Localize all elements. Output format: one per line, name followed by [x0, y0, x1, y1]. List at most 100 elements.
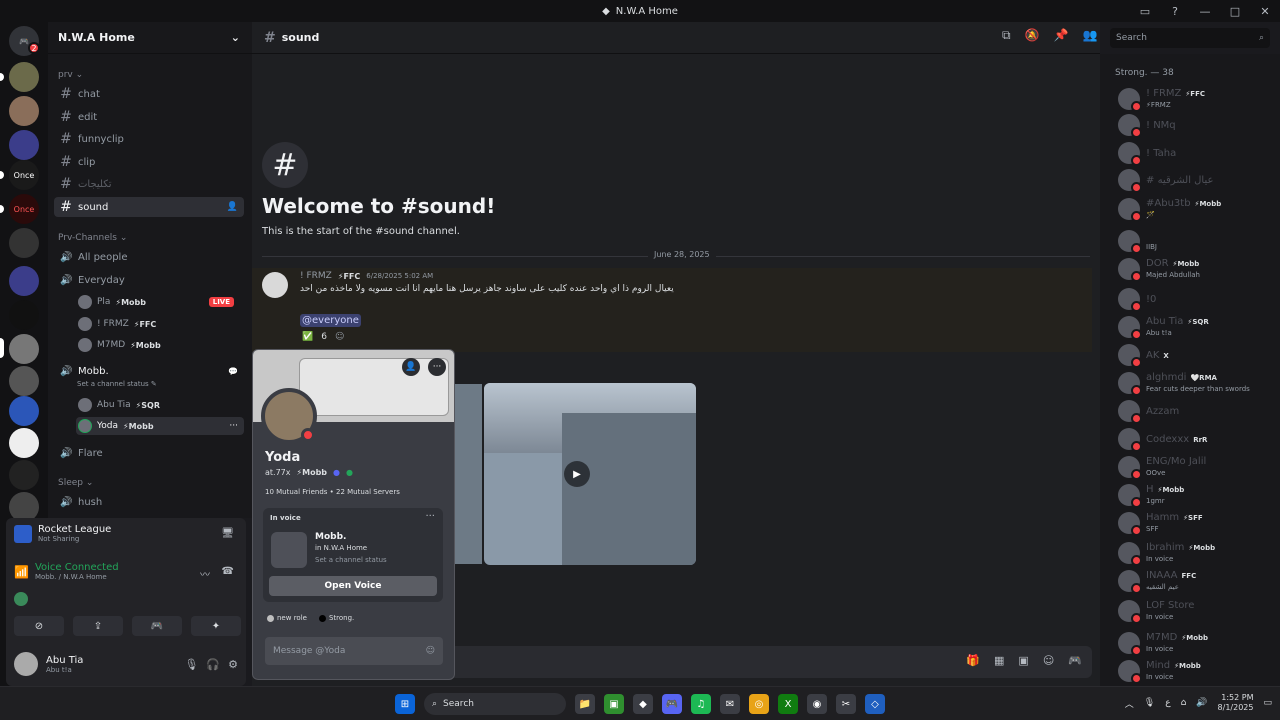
discord-icon[interactable]: 🎮 — [662, 694, 682, 714]
voice-user[interactable]: Pla ⚡Mobb LIVE — [76, 293, 244, 311]
headphones-icon[interactable]: 🎧 — [206, 658, 220, 671]
role-chip[interactable]: Strong. — [318, 614, 354, 622]
notifications-icon[interactable]: 🔕 — [1025, 28, 1040, 43]
inbox-icon[interactable]: ▭ — [1130, 5, 1160, 18]
member-item[interactable]: IIBJ — [1118, 228, 1274, 254]
member-item[interactable]: Mind ⚡Mobb In voice — [1118, 658, 1274, 684]
member-item[interactable]: # عيال الشرقيه — [1118, 167, 1274, 193]
emoji-icon[interactable]: ☺ — [1043, 654, 1054, 667]
video-attachment-left[interactable] — [454, 384, 482, 564]
play-icon[interactable]: ▶ — [564, 461, 590, 487]
member-item[interactable]: alghmdi 🤍RMA Fear cuts deeper than swords — [1118, 370, 1274, 396]
spotify-icon[interactable]: ♫ — [691, 694, 711, 714]
open-voice-button[interactable]: Open Voice — [269, 576, 437, 596]
network-icon[interactable]: ⌂ — [1181, 698, 1187, 708]
more-icon[interactable]: ··· — [229, 421, 238, 431]
epic-games-icon[interactable]: ◆ — [633, 694, 653, 714]
gift-icon[interactable]: 🎁 — [966, 654, 980, 667]
noise-suppression-icon[interactable]: 〰 — [200, 566, 210, 581]
taskbar-search[interactable]: ⌕ Search — [424, 693, 566, 715]
gear-icon[interactable]: ⚙ — [228, 658, 238, 671]
member-item[interactable]: DOR ⚡Mobb Majed Abdullah — [1118, 256, 1274, 282]
avatar[interactable] — [262, 272, 288, 298]
maximize-button[interactable]: □ — [1220, 5, 1250, 18]
close-button[interactable]: ✕ — [1250, 5, 1280, 18]
member-item[interactable]: AK X — [1118, 342, 1274, 368]
soundboard-button[interactable]: ✦ — [191, 616, 241, 636]
server-icon-1[interactable] — [9, 62, 39, 92]
server-icon-4[interactable] — [9, 300, 39, 330]
voice-everyday[interactable]: 🔊 Everyday — [54, 270, 244, 290]
member-item[interactable]: Azzam — [1118, 398, 1274, 424]
sticker-icon[interactable]: ▣ — [1018, 654, 1028, 667]
chrome-icon[interactable]: ◎ — [749, 694, 769, 714]
role-chip[interactable]: new role — [267, 614, 307, 622]
microphone-icon[interactable]: 🎙 — [1144, 698, 1155, 708]
member-item[interactable]: M7MD ⚡Mobb In voice — [1118, 630, 1274, 656]
mail-icon[interactable]: ✉ — [720, 694, 740, 714]
dm-input[interactable]: Message @Yoda ☺ — [265, 637, 443, 665]
share-screen-button[interactable]: ⇪ — [73, 616, 123, 636]
add-reaction-icon[interactable]: ☺ — [335, 332, 344, 342]
member-list-icon[interactable]: 👥 — [1082, 28, 1097, 43]
disconnect-icon[interactable]: ☎ — [222, 566, 234, 577]
server-icon-9[interactable] — [9, 460, 39, 490]
channel-edit[interactable]: # edit — [54, 107, 244, 127]
server-icon-8[interactable] — [9, 428, 39, 458]
channel-status[interactable]: Set a channel status ✎ — [77, 380, 157, 388]
category-prv-channels[interactable]: Prv-Channels ⌄ — [58, 233, 127, 243]
threads-icon[interactable]: ⧉ — [1002, 28, 1011, 43]
member-item[interactable]: INAAA FFC عيم الشقيه — [1118, 568, 1274, 594]
minecraft-icon[interactable]: ▣ — [604, 694, 624, 714]
file-explorer-icon[interactable]: 📁 — [575, 694, 595, 714]
member-item[interactable]: Codexxx RrR — [1118, 426, 1274, 452]
voice-mobb[interactable]: 🔊 Mobb. 💬 — [54, 361, 244, 381]
category-sleep[interactable]: Sleep ⌄ — [58, 478, 93, 488]
rocket-league-icon[interactable]: ◇ — [865, 694, 885, 714]
folder-icon-2[interactable] — [9, 266, 39, 296]
pin-icon[interactable]: 📌 — [1054, 28, 1069, 43]
channel-sound[interactable]: # sound 👤 — [54, 197, 244, 217]
chevron-up-icon[interactable]: ︿ — [1125, 697, 1134, 710]
voice-all-people[interactable]: 🔊 All people — [54, 247, 244, 267]
member-item[interactable]: ! Taha — [1118, 140, 1274, 166]
volume-icon[interactable]: 🔊 — [1196, 698, 1207, 708]
gif-icon[interactable]: ▦ — [994, 654, 1004, 667]
member-item[interactable]: #Abu3tb ⚡Mobb 🪄 — [1118, 196, 1274, 222]
microphone-icon[interactable]: 🎙 — [184, 658, 198, 671]
clock[interactable]: 1:52 PM 8/1/2025 — [1218, 693, 1254, 713]
channel-chat[interactable]: # chat — [54, 84, 244, 104]
channel-funnyclip[interactable]: # funnyclip — [54, 129, 244, 149]
minimize-button[interactable]: — — [1190, 5, 1220, 18]
category-prv[interactable]: prv ⌄ — [58, 70, 83, 80]
emoji-icon[interactable]: ☺ — [426, 646, 435, 656]
member-item[interactable]: LOF Store In voice — [1118, 598, 1274, 624]
server-icon-3[interactable] — [9, 228, 39, 258]
folder-icon[interactable] — [9, 130, 39, 160]
channel-clips-ar[interactable]: # تكليجات — [54, 174, 244, 194]
add-friend-icon[interactable]: 👤 — [402, 358, 420, 376]
server-icon-2[interactable] — [9, 96, 39, 126]
screen-share-icon[interactable]: 🖥 — [221, 528, 234, 539]
voice-flare[interactable]: 🔊 Flare — [54, 443, 244, 463]
app-launcher-icon[interactable]: 🎮 — [1068, 654, 1082, 667]
member-item[interactable]: H ⚡Mobb 1gmr — [1118, 482, 1274, 508]
member-item[interactable]: !0 — [1118, 286, 1274, 312]
server-icon-once-1[interactable]: Once — [9, 160, 39, 190]
more-icon[interactable]: ··· — [428, 358, 446, 376]
mutuals[interactable]: 10 Mutual Friends • 22 Mutual Servers — [265, 488, 400, 496]
notification-icon[interactable]: ▭ — [1263, 698, 1272, 708]
add-member-icon[interactable]: 👤 — [227, 202, 238, 212]
server-icon-once-2[interactable]: Once — [9, 194, 39, 224]
member-item[interactable]: ENG/Mo Jalil OOve — [1118, 454, 1274, 480]
capcut-icon[interactable]: ✂ — [836, 694, 856, 714]
mention-everyone[interactable]: @everyone — [300, 314, 361, 327]
voice-hush[interactable]: 🔊 hush — [54, 492, 244, 512]
app-icon[interactable]: ◉ — [807, 694, 827, 714]
camera-off-button[interactable]: ⊘ — [14, 616, 64, 636]
video-attachment[interactable]: ▶ — [484, 383, 696, 565]
search-input[interactable]: Search ⌕ — [1110, 28, 1270, 48]
server-icon-6[interactable] — [9, 366, 39, 396]
windows-start-icon[interactable]: ⊞ — [395, 694, 415, 714]
member-item[interactable]: ! NMq — [1118, 112, 1274, 138]
